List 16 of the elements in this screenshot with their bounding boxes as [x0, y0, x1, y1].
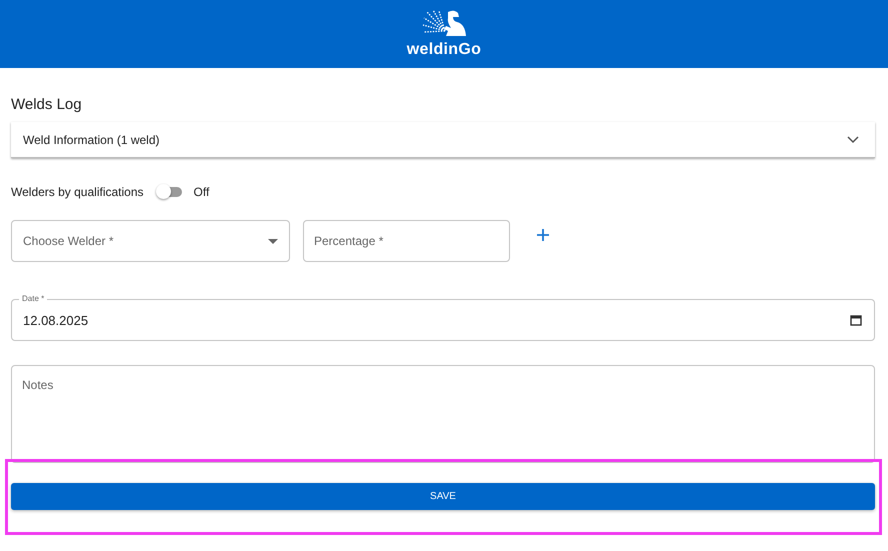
welder-select[interactable]: Choose Welder *: [11, 220, 290, 262]
chevron-icon: [847, 136, 859, 144]
toggle-label: Welders by qualifications: [11, 185, 144, 199]
notes-field[interactable]: Notes: [11, 365, 875, 463]
percentage-field[interactable]: Percentage *: [303, 220, 510, 262]
toggle-state: Off: [194, 185, 210, 199]
calendar-icon[interactable]: [850, 314, 862, 326]
date-label: Date *: [19, 294, 48, 303]
caret-icon: [268, 238, 278, 244]
page-title: Welds Log: [11, 96, 83, 113]
weld-information-accordion[interactable]: Weld Information (1 weld): [11, 122, 875, 158]
save-button[interactable]: SAVE: [11, 483, 875, 510]
brand-name: weldinGo: [406, 41, 482, 59]
toggle-switch[interactable]: [154, 183, 184, 201]
add-icon[interactable]: [537, 229, 549, 241]
welder-logo-icon: [421, 9, 467, 39]
